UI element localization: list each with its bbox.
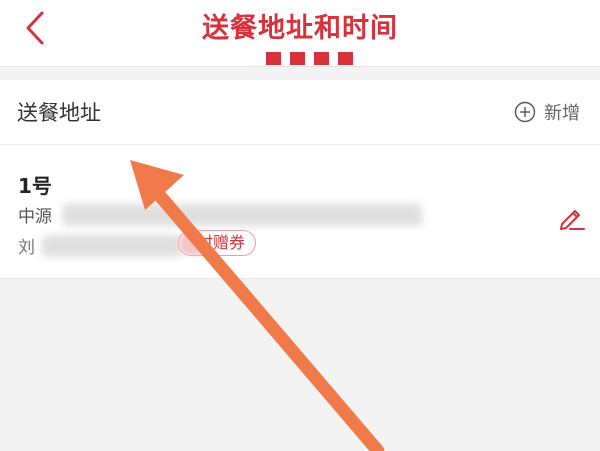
arrow-head bbox=[130, 160, 184, 210]
annotation-arrow bbox=[130, 160, 385, 451]
